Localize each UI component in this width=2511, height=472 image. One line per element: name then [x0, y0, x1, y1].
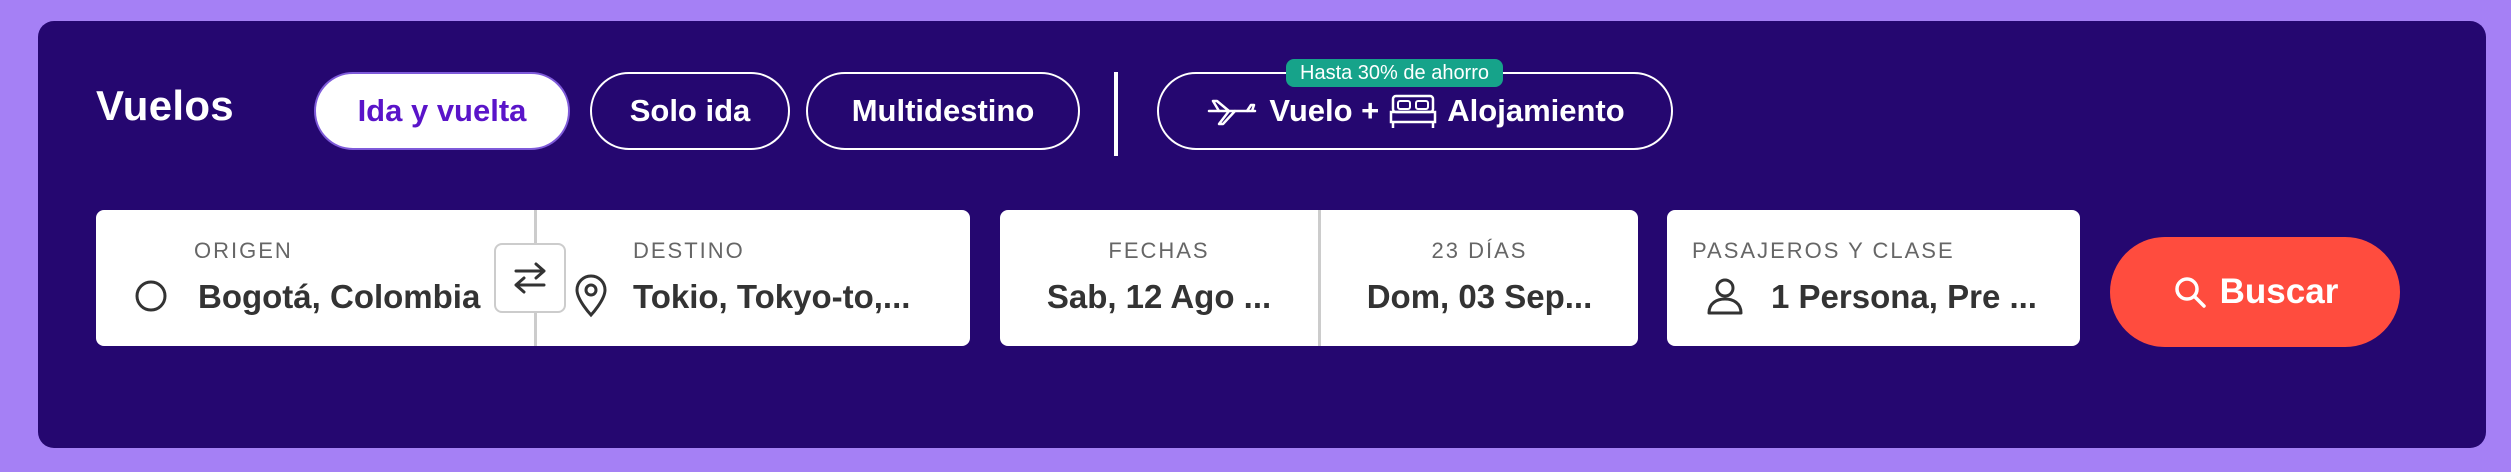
origin-field[interactable]: ORIGEN Bogotá, Colombia: [96, 210, 534, 346]
dates-field-group: FECHAS Sab, 12 Ago ... 23 DÍAS Dom, 03 S…: [1000, 210, 1638, 346]
tab-round-trip-label: Ida y vuelta: [357, 93, 527, 128]
search-button-label: Buscar: [2219, 272, 2339, 311]
bed-icon: [1389, 92, 1437, 130]
tab-multidestination[interactable]: Multidestino: [806, 72, 1080, 150]
origin-value: Bogotá, Colombia: [198, 278, 481, 315]
dates-label: FECHAS: [1108, 238, 1210, 263]
return-date-field[interactable]: 23 DÍAS Dom, 03 Sep...: [1321, 210, 1638, 346]
tab-round-trip[interactable]: Ida y vuelta: [314, 72, 570, 150]
circle-icon: [134, 279, 168, 318]
tab-one-way[interactable]: Solo ida: [590, 72, 790, 150]
destination-label: DESTINO: [633, 238, 745, 263]
tab-multidestination-label: Multidestino: [851, 93, 1035, 128]
person-icon: [1705, 276, 1745, 321]
return-date-value: Dom, 03 Sep...: [1366, 278, 1593, 315]
destination-field[interactable]: DESTINO Tokio, Tokyo-to,...: [537, 210, 970, 346]
bundle-label-flight: Vuelo +: [1269, 93, 1380, 128]
tabs-divider: [1114, 72, 1118, 156]
destination-value: Tokio, Tokyo-to,...: [633, 278, 911, 315]
location-pin-icon: [573, 274, 609, 323]
passengers-value: 1 Persona, Pre ...: [1771, 278, 2037, 315]
trip-duration-label: 23 DÍAS: [1431, 238, 1528, 263]
origin-label: ORIGEN: [194, 238, 293, 263]
departure-date-field[interactable]: FECHAS Sab, 12 Ago ...: [1000, 210, 1318, 346]
passengers-field[interactable]: PASAJEROS Y CLASE 1 Persona, Pre ...: [1667, 210, 2080, 346]
departure-date-value: Sab, 12 Ago ...: [1046, 278, 1272, 315]
passengers-label: PASAJEROS Y CLASE: [1692, 238, 1955, 263]
swap-arrows-icon: [510, 258, 550, 298]
airplane-icon: [1205, 94, 1259, 128]
tab-one-way-label: Solo ida: [629, 93, 751, 128]
promo-badge: Hasta 30% de ahorro: [1286, 59, 1504, 87]
page-title: Vuelos: [96, 82, 234, 129]
swap-button[interactable]: [494, 243, 566, 313]
search-icon: [2172, 274, 2208, 310]
bundle-label-lodging: Alojamiento: [1447, 93, 1625, 128]
search-button[interactable]: Buscar: [2110, 237, 2400, 347]
